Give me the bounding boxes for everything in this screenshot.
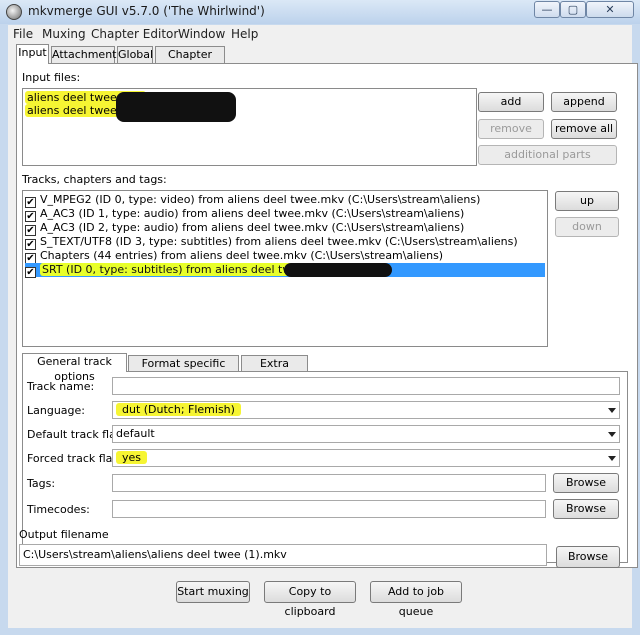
chevron-down-icon bbox=[608, 408, 616, 413]
window-title: mkvmerge GUI v5.7.0 ('The Whirlwind') bbox=[28, 4, 265, 18]
close-button[interactable]: ✕ bbox=[586, 1, 634, 18]
timecodes-label: Timecodes: bbox=[27, 503, 90, 516]
menu-window[interactable]: Window bbox=[178, 27, 225, 41]
tracks-list[interactable]: ✔ V_MPEG2 (ID 0, type: video) from aliens… bbox=[22, 190, 548, 347]
add-to-job-queue-button[interactable]: Add to job queue bbox=[370, 581, 462, 618]
maximize-button[interactable]: ▢ bbox=[560, 1, 586, 18]
tab-global[interactable]: Global bbox=[117, 46, 153, 64]
tags-label: Tags: bbox=[27, 477, 56, 490]
redaction-mark bbox=[284, 263, 392, 277]
add-button[interactable]: add bbox=[478, 92, 544, 112]
menu-file[interactable]: File bbox=[13, 27, 33, 41]
input-tab-panel: Input files: aliens deel twee.mkv aliens… bbox=[16, 63, 638, 568]
menu-chapter-editor[interactable]: Chapter Editor bbox=[91, 27, 178, 41]
menu-help[interactable]: Help bbox=[231, 27, 258, 41]
tab-extra-options[interactable]: Extra options bbox=[241, 355, 308, 385]
tags-input[interactable] bbox=[112, 474, 546, 492]
up-button[interactable]: up bbox=[555, 191, 619, 211]
minimize-button[interactable]: — bbox=[534, 1, 560, 18]
input-files-list[interactable]: aliens deel twee.mkv aliens deel twee.sr… bbox=[22, 88, 477, 166]
chevron-down-icon bbox=[608, 456, 616, 461]
tab-input[interactable]: Input bbox=[16, 44, 49, 64]
timecodes-browse-button[interactable]: Browse bbox=[553, 499, 619, 519]
language-select[interactable]: dut (Dutch; Flemish) bbox=[112, 401, 620, 419]
append-button[interactable]: append bbox=[551, 92, 617, 112]
tab-attachments[interactable]: Attachments bbox=[51, 46, 122, 64]
remove-button[interactable]: remove bbox=[478, 119, 544, 139]
track-row[interactable]: ✔ S_TEXT/UTF8 (ID 3, type: subtitles) fro… bbox=[25, 235, 545, 250]
track-options: General track options Format specific op… bbox=[22, 353, 636, 565]
forced-flag-label: Forced track flag: bbox=[27, 452, 124, 465]
copy-to-clipboard-button[interactable]: Copy to clipboard bbox=[264, 581, 356, 618]
output-filename-input[interactable]: C:\Users\stream\aliens\aliens deel twee … bbox=[19, 544, 547, 566]
timecodes-input[interactable] bbox=[112, 500, 546, 518]
remove-all-button[interactable]: remove all bbox=[551, 119, 617, 139]
tab-format-specific-options[interactable]: Format specific options bbox=[128, 355, 239, 385]
title-bar: mkvmerge GUI v5.7.0 ('The Whirlwind') — … bbox=[0, 0, 640, 24]
track-row[interactable]: ✔ V_MPEG2 (ID 0, type: video) from aliens… bbox=[25, 193, 545, 208]
output-browse-button[interactable]: Browse bbox=[556, 546, 620, 568]
tags-browse-button[interactable]: Browse bbox=[553, 473, 619, 493]
language-label: Language: bbox=[27, 404, 85, 417]
output-filename-label: Output filename bbox=[19, 528, 109, 541]
additional-parts-button[interactable]: additional parts bbox=[478, 145, 617, 165]
tracks-label: Tracks, chapters and tags: bbox=[22, 173, 167, 186]
main-panel: Input Attachments Global Chapter Editor … bbox=[8, 44, 638, 628]
default-flag-select[interactable]: default bbox=[112, 425, 620, 443]
track-row[interactable]: ✔ A_AC3 (ID 1, type: audio) from aliens d… bbox=[25, 207, 545, 222]
menu-muxing[interactable]: Muxing bbox=[42, 27, 86, 41]
input-files-label: Input files: bbox=[22, 71, 81, 84]
forced-flag-select[interactable]: yes bbox=[112, 449, 620, 467]
menu-bar: File Muxing Chapter Editor Window Help bbox=[8, 25, 632, 44]
chevron-down-icon bbox=[608, 432, 616, 437]
tab-chapter-editor[interactable]: Chapter Editor bbox=[155, 46, 225, 77]
track-row[interactable]: ✔ Chapters (44 entries) from aliens deel … bbox=[25, 249, 545, 264]
start-muxing-button[interactable]: Start muxing bbox=[176, 581, 250, 603]
general-track-options-panel: Track name: Language: dut (Dutch; Flemis… bbox=[22, 371, 628, 563]
checkbox[interactable]: ✔ bbox=[25, 267, 36, 278]
track-name-input[interactable] bbox=[112, 377, 620, 395]
app-icon bbox=[6, 4, 22, 20]
down-button[interactable]: down bbox=[555, 217, 619, 237]
track-row[interactable]: ✔ A_AC3 (ID 2, type: audio) from aliens d… bbox=[25, 221, 545, 236]
redaction-mark bbox=[116, 92, 236, 122]
tab-general-track-options[interactable]: General track options bbox=[22, 353, 127, 383]
